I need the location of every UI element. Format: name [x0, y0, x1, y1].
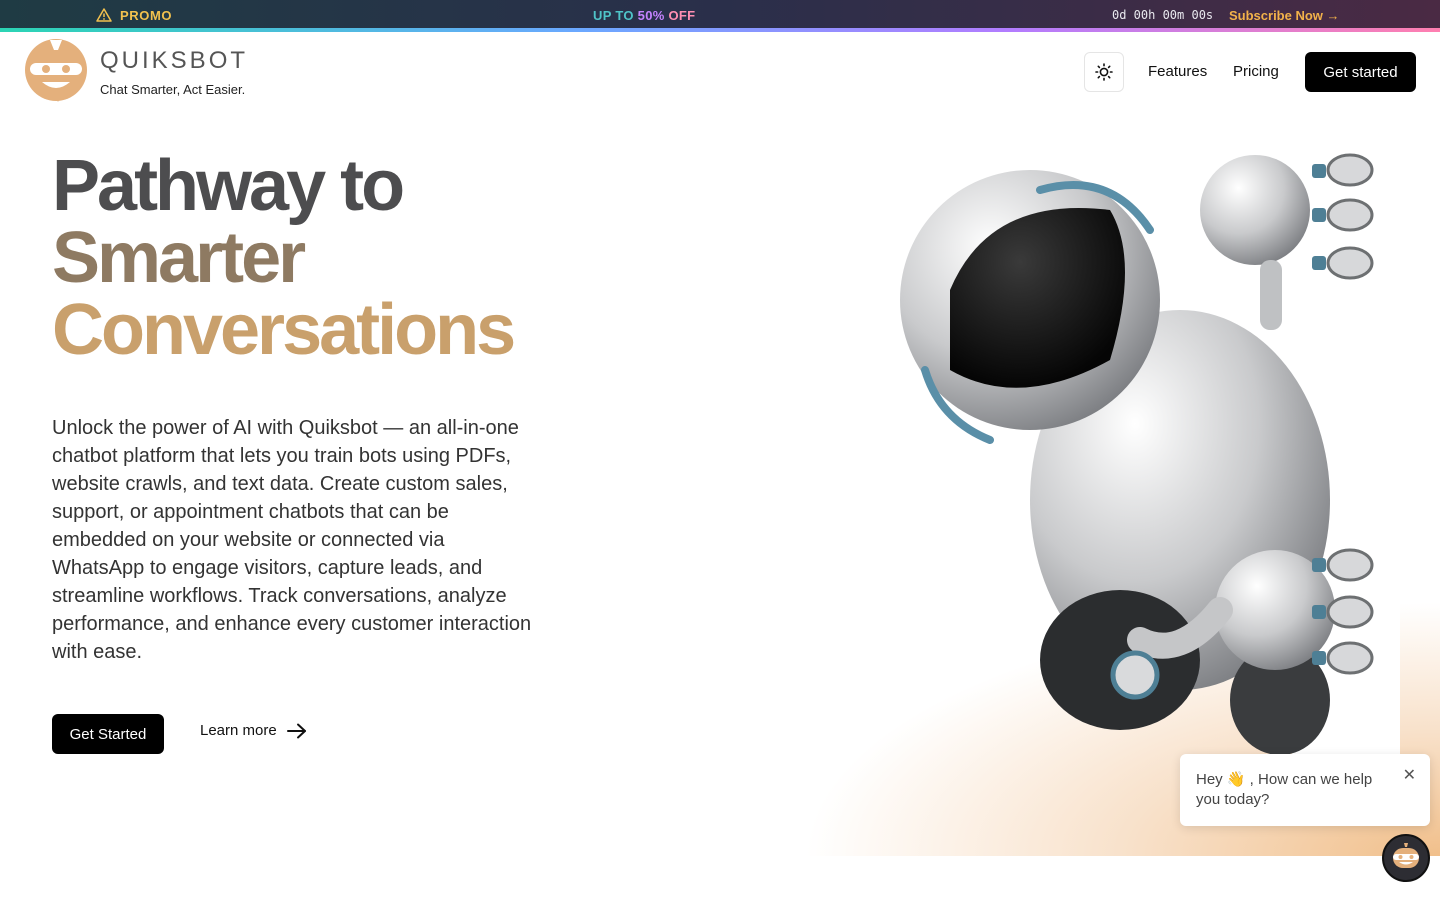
- brand-tagline: Chat Smarter, Act Easier.: [100, 82, 246, 97]
- promo-gradient-divider: [0, 28, 1440, 32]
- chat-greeting-popup[interactable]: Hey 👋 , How can we help you today? ✕: [1180, 754, 1430, 826]
- hero-title-line3: Conversations: [52, 290, 516, 370]
- nav-pricing-link[interactable]: Pricing: [1233, 63, 1279, 80]
- chat-launcher-button[interactable]: [1382, 834, 1430, 882]
- quiksbot-logo[interactable]: [24, 38, 88, 102]
- hero-title-line2: Smarter: [52, 218, 306, 298]
- nav-features-link[interactable]: Features: [1148, 63, 1207, 80]
- sun-icon: [1095, 63, 1113, 81]
- learn-more-label: Learn more: [200, 722, 277, 739]
- promo-offer-prefix: UP TO: [593, 8, 638, 23]
- promo-offer-suffix: OFF: [668, 8, 696, 23]
- robot-illustration: [900, 140, 1400, 760]
- chatbot-icon: [1393, 843, 1419, 868]
- brand-name: QUIKSBOT: [100, 47, 249, 74]
- promo-countdown: 0d 00h 00m 00s: [1112, 8, 1214, 22]
- promo-bar: PROMO UP TO 50% OFF 0d 00h 00m 00s Subsc…: [0, 0, 1440, 32]
- subscribe-now-link[interactable]: Subscribe Now →: [1229, 8, 1340, 23]
- hero-title-line1: Pathway to: [52, 146, 405, 226]
- arrow-right-icon: [286, 723, 306, 738]
- get-started-hero-button[interactable]: Get Started: [52, 714, 164, 754]
- hero-description: Unlock the power of AI with Quiksbot — a…: [52, 417, 532, 663]
- chat-greeting-message: Hey 👋 , How can we help you today?: [1196, 771, 1373, 808]
- learn-more-link[interactable]: Learn more: [200, 722, 307, 739]
- promo-label: PROMO: [120, 7, 173, 23]
- warning-triangle-icon: [96, 8, 112, 22]
- theme-toggle-button[interactable]: [1084, 52, 1124, 92]
- hero-title: Pathway to Smarter Conversations: [52, 146, 516, 370]
- promo-badge: PROMO: [96, 7, 172, 23]
- get-started-header-button[interactable]: Get started: [1305, 52, 1416, 92]
- close-icon[interactable]: ✕: [1403, 766, 1416, 786]
- promo-offer-percent: 50%: [637, 8, 669, 23]
- promo-offer: UP TO 50% OFF: [593, 8, 695, 23]
